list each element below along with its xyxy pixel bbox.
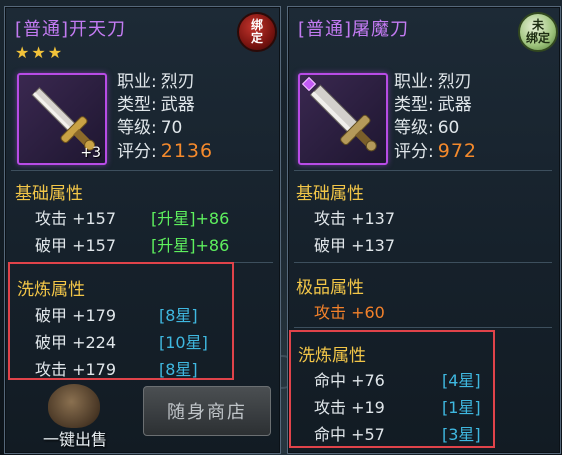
info-label: 职业: xyxy=(117,72,157,92)
info-label: 类型: xyxy=(394,95,434,115)
star-bonus: [升星]+86 xyxy=(151,209,230,228)
base-attr-row: 破甲 +137 xyxy=(314,232,395,256)
excellent-attr-row: 攻击 +60 xyxy=(314,299,385,323)
info-value: 武器 xyxy=(437,95,472,115)
score-value: 2136 xyxy=(160,140,214,162)
bind-status-badge: 未绑定 xyxy=(518,12,558,52)
sword-icon xyxy=(309,84,377,152)
base-attr-row: 破甲 +157 [升星]+86 xyxy=(35,232,229,256)
item-info: 职业: 烈刃 类型: 武器 等级: 70 评分: 2136 xyxy=(117,71,213,164)
star-bonus: [升星]+86 xyxy=(151,236,230,255)
info-label: 职业: xyxy=(394,72,434,92)
attr-text: 攻击 +157 xyxy=(35,209,117,228)
attr-text: 破甲 +157 xyxy=(35,236,117,255)
bind-status-badge: 绑定 xyxy=(237,12,277,52)
divider xyxy=(294,170,552,171)
info-label: 类型: xyxy=(117,95,157,115)
item-info: 职业: 烈刃 类型: 武器 等级: 60 评分: 972 xyxy=(394,71,477,164)
base-attr-row: 攻击 +137 xyxy=(314,205,395,229)
score-value: 972 xyxy=(437,140,477,162)
attr-text: 破甲 +137 xyxy=(314,236,396,255)
item-title: [普通]开天刀 xyxy=(15,19,127,40)
item-icon-slot[interactable] xyxy=(298,73,388,165)
sell-all-label: 一键出售 xyxy=(42,430,107,449)
base-attr-row: 攻击 +157 [升星]+86 xyxy=(35,205,229,229)
info-label: 等级: xyxy=(394,118,434,138)
info-value: 烈刃 xyxy=(160,72,195,92)
info-label: 等级: xyxy=(117,118,157,138)
base-attr-title: 基础属性 xyxy=(15,184,83,204)
star-rating: ★★★ xyxy=(15,43,65,62)
info-value: 60 xyxy=(437,118,460,138)
divider xyxy=(294,262,552,263)
info-value: 烈刃 xyxy=(437,72,472,92)
base-attr-title: 基础属性 xyxy=(296,184,364,204)
excellent-attr-title: 极品属性 xyxy=(296,278,364,298)
item-title: [普通]屠魔刀 xyxy=(298,19,410,40)
bag-icon xyxy=(48,384,100,428)
info-value: 武器 xyxy=(160,95,195,115)
divider xyxy=(294,327,552,328)
info-label: 评分: xyxy=(117,142,157,162)
sell-all-button[interactable]: 一键出售 xyxy=(30,384,120,450)
divider xyxy=(11,170,273,171)
shop-button[interactable]: 随身商店 xyxy=(143,386,271,436)
refine-highlight-box xyxy=(289,330,495,448)
refine-highlight-box xyxy=(8,262,234,380)
info-value: 70 xyxy=(160,118,183,138)
info-label: 评分: xyxy=(394,142,434,162)
attr-text: 攻击 +60 xyxy=(314,303,385,322)
attr-text: 攻击 +137 xyxy=(314,209,396,228)
upgrade-level: +3 xyxy=(80,145,101,161)
item-icon-slot[interactable]: +3 xyxy=(17,73,107,165)
